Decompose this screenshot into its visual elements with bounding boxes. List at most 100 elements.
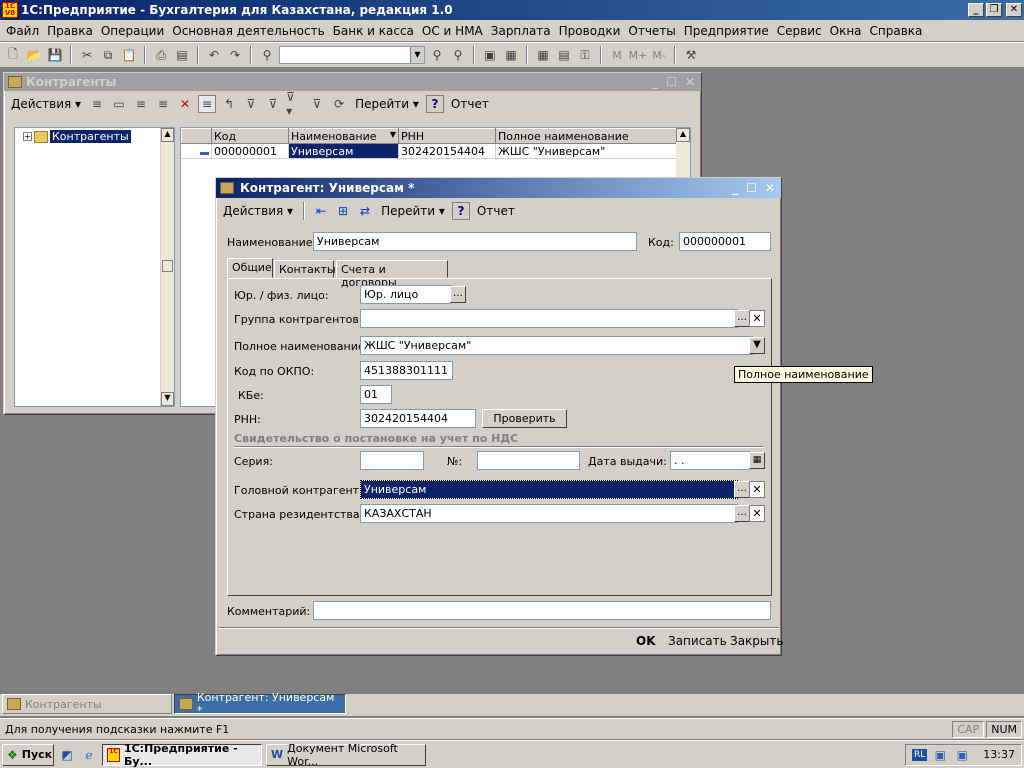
hierarchy-icon[interactable]: ≡ bbox=[198, 95, 217, 113]
rnn-field[interactable]: 302420154404 bbox=[360, 409, 476, 428]
clear-icon[interactable]: ✕ bbox=[749, 310, 765, 327]
menu-windows[interactable]: Окна bbox=[826, 24, 866, 38]
start-button[interactable]: ❖ Пуск bbox=[2, 743, 54, 766]
minimize-button[interactable]: _ bbox=[732, 181, 738, 195]
ok-button[interactable]: OK bbox=[636, 634, 656, 648]
new-document-icon[interactable]: 🗋 bbox=[4, 46, 22, 64]
filter-list-icon[interactable]: ⊽ ▾ bbox=[286, 90, 304, 118]
find-next-icon[interactable]: ⚲ bbox=[428, 46, 446, 64]
column-name[interactable]: Наименование ▼ bbox=[288, 128, 399, 144]
refresh-icon[interactable]: ⟳ bbox=[330, 95, 348, 113]
goto-menu[interactable]: Перейти ▾ bbox=[378, 204, 448, 218]
tree-root[interactable]: + Контрагенты bbox=[23, 130, 131, 143]
go-to-list-icon[interactable]: ⇤ bbox=[312, 202, 330, 220]
calendar-icon[interactable]: ▤ bbox=[555, 46, 573, 64]
legal-type-field[interactable]: Юр. лицо bbox=[360, 285, 452, 304]
copy-icon[interactable]: ≡ bbox=[132, 95, 150, 113]
select-button[interactable]: … bbox=[450, 286, 466, 303]
close-form-button[interactable]: Закрыть bbox=[730, 634, 783, 648]
calendar-icon[interactable]: ▦ bbox=[749, 452, 765, 469]
users-icon[interactable]: ⚿ bbox=[576, 46, 594, 64]
actions-menu[interactable]: Действия ▾ bbox=[8, 97, 84, 111]
menu-enterprise[interactable]: Предприятие bbox=[680, 24, 773, 38]
structure-icon[interactable]: ⊞ bbox=[334, 202, 352, 220]
chevron-down-icon[interactable]: ▼ bbox=[410, 47, 424, 63]
add-icon[interactable]: ≡ bbox=[88, 95, 106, 113]
clear-icon[interactable]: ✕ bbox=[749, 505, 765, 522]
delete-icon[interactable]: ✕ bbox=[176, 95, 194, 113]
search-combo[interactable]: ▼ bbox=[279, 46, 425, 64]
clear-icon[interactable]: ✕ bbox=[749, 481, 765, 498]
name-field[interactable]: Универсам bbox=[313, 232, 637, 251]
network-icon[interactable]: ▣ bbox=[931, 746, 949, 764]
group-tree[interactable]: + Контрагенты ▲ ▼ bbox=[14, 127, 175, 407]
find-icon[interactable]: ⚲ bbox=[258, 46, 276, 64]
save-icon[interactable]: 💾 bbox=[46, 46, 64, 64]
close-button[interactable]: ✕ bbox=[765, 181, 775, 195]
memory-minus-button[interactable]: M- bbox=[650, 46, 668, 64]
column-code[interactable]: Код bbox=[211, 128, 289, 144]
filter-icon[interactable]: ⊽ bbox=[242, 95, 260, 113]
scroll-down-icon[interactable]: ▼ bbox=[161, 392, 174, 406]
task-word[interactable]: W Документ Microsoft Wor... bbox=[266, 742, 426, 768]
window-tab-list[interactable]: Контрагенты bbox=[2, 694, 172, 714]
select-button[interactable]: … bbox=[734, 505, 750, 522]
language-indicator[interactable]: RL bbox=[912, 748, 928, 761]
ie-icon[interactable]: ℯ bbox=[80, 746, 98, 764]
menu-entries[interactable]: Проводки bbox=[555, 24, 625, 38]
calculator-icon[interactable]: ▦ bbox=[534, 46, 552, 64]
column-full-name[interactable]: Полное наименование bbox=[495, 128, 678, 144]
close-button[interactable]: ✕ bbox=[685, 75, 695, 89]
menu-fixed-assets[interactable]: ОС и НМА bbox=[418, 24, 487, 38]
print-icon[interactable]: ⎙ bbox=[152, 46, 170, 64]
menu-bank-cash[interactable]: Банк и касса bbox=[329, 24, 418, 38]
okpo-field[interactable]: 451388301111 bbox=[360, 361, 453, 380]
tab-contacts[interactable]: Контакты bbox=[274, 260, 336, 278]
menu-salary[interactable]: Зарплата bbox=[487, 24, 555, 38]
up-level-icon[interactable]: ↰ bbox=[220, 95, 238, 113]
comment-field[interactable] bbox=[313, 601, 771, 620]
memory-plus-button[interactable]: M+ bbox=[629, 46, 648, 64]
menu-service[interactable]: Сервис bbox=[773, 24, 826, 38]
select-button[interactable]: … bbox=[734, 310, 750, 327]
chevron-down-icon[interactable]: ▼ bbox=[749, 337, 765, 354]
number-field[interactable] bbox=[477, 451, 580, 470]
minimize-button[interactable]: _ bbox=[968, 3, 984, 17]
report-button[interactable]: Отчет bbox=[448, 97, 492, 111]
menu-help[interactable]: Справка bbox=[866, 24, 927, 38]
minimize-button[interactable]: _ bbox=[652, 75, 658, 89]
group-field[interactable] bbox=[360, 309, 738, 328]
select-button[interactable]: … bbox=[734, 481, 750, 498]
issue-date-field[interactable]: . . bbox=[670, 451, 750, 470]
head-counterparty-field[interactable]: Универсам bbox=[360, 480, 738, 499]
related-icon[interactable]: ⇄ bbox=[356, 202, 374, 220]
tab-accounts-contracts[interactable]: Счета и договоры bbox=[336, 260, 448, 289]
tree-scrollbar[interactable]: ▲ ▼ bbox=[160, 128, 174, 406]
memory-m-button[interactable]: M bbox=[608, 46, 626, 64]
open-icon[interactable]: 📂 bbox=[25, 46, 43, 64]
maximize-button[interactable]: ☐ bbox=[666, 75, 677, 89]
redo-icon[interactable]: ↷ bbox=[226, 46, 244, 64]
find-prev-icon[interactable]: ⚲ bbox=[449, 46, 467, 64]
scroll-up-icon[interactable]: ▲ bbox=[161, 128, 174, 142]
paste-icon[interactable]: 📋 bbox=[120, 46, 138, 64]
maximize-button[interactable]: ☐ bbox=[746, 181, 757, 195]
desktop-icon[interactable]: ◩ bbox=[58, 746, 76, 764]
goto-menu[interactable]: Перейти ▾ bbox=[352, 97, 422, 111]
kbe-field[interactable]: 01 bbox=[360, 385, 392, 404]
cut-icon[interactable]: ✂ bbox=[78, 46, 96, 64]
monitor-icon[interactable]: ▣ bbox=[953, 746, 971, 764]
add-folder-icon[interactable]: ▭ bbox=[110, 95, 128, 113]
actions-menu[interactable]: Действия ▾ bbox=[220, 204, 296, 218]
table-row[interactable]: 000000001 Универсам 302420154404 ЖШС "Ун… bbox=[181, 143, 678, 159]
code-field[interactable]: 000000001 bbox=[679, 232, 771, 251]
menu-operations[interactable]: Операции bbox=[97, 24, 168, 38]
series-field[interactable] bbox=[360, 451, 424, 470]
close-button[interactable]: ✕ bbox=[1006, 3, 1022, 17]
menu-edit[interactable]: Правка bbox=[43, 24, 97, 38]
config-icon[interactable]: ▦ bbox=[502, 46, 520, 64]
task-1c[interactable]: 1C 1С:Предприятие - Бу... bbox=[102, 742, 262, 768]
report-button[interactable]: Отчет bbox=[474, 204, 518, 218]
filter-value-icon[interactable]: ⊽ bbox=[264, 95, 282, 113]
undo-icon[interactable]: ↶ bbox=[205, 46, 223, 64]
